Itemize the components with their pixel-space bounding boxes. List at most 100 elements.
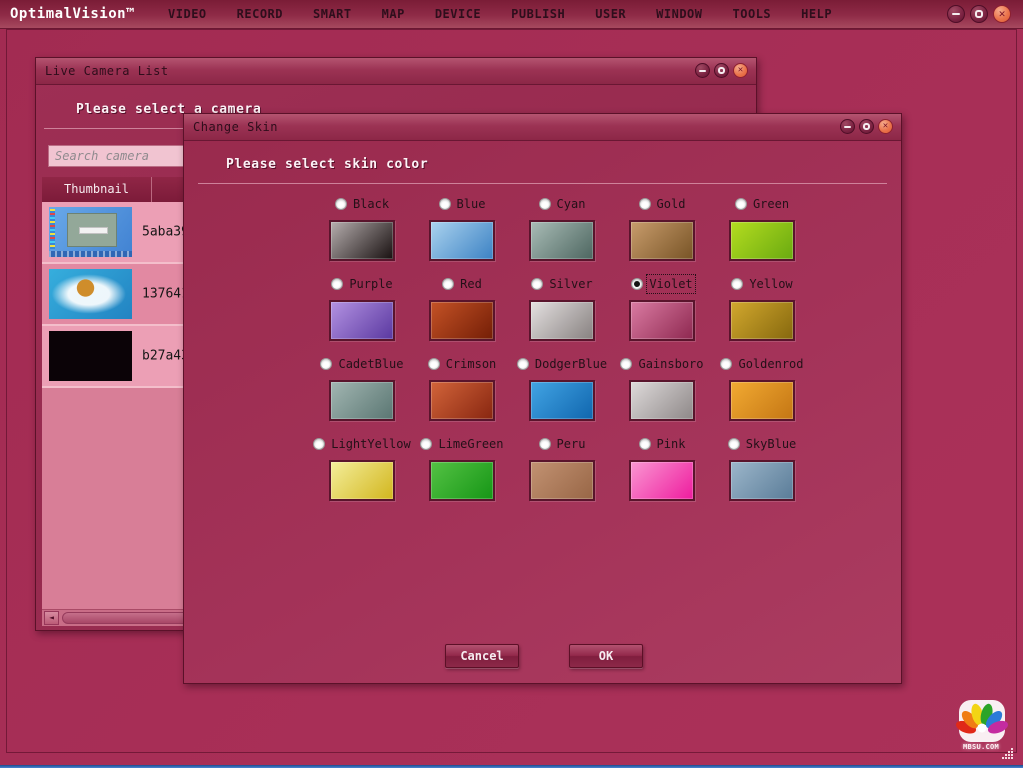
- skin-swatch-red[interactable]: [429, 300, 495, 341]
- radio-peru[interactable]: [539, 438, 551, 450]
- column-header-thumbnail[interactable]: Thumbnail: [42, 177, 152, 202]
- skin-swatch-gold[interactable]: [629, 220, 695, 261]
- skin-swatch-limegreen[interactable]: [429, 460, 495, 501]
- skin-option-peru[interactable]: Peru: [512, 436, 612, 506]
- ok-button[interactable]: OK: [569, 644, 643, 668]
- skin-swatch-cyan[interactable]: [529, 220, 595, 261]
- radio-lightyellow[interactable]: [313, 438, 325, 450]
- radio-skyblue[interactable]: [728, 438, 740, 450]
- radio-cyan[interactable]: [539, 198, 551, 210]
- menu-item-device[interactable]: DEVICE: [420, 0, 496, 28]
- skin-swatch-yellow[interactable]: [729, 300, 795, 341]
- skin-swatch-violet[interactable]: [629, 300, 695, 341]
- skin-option-gainsboro[interactable]: Gainsboro: [612, 356, 712, 426]
- skin-swatch-purple[interactable]: [329, 300, 395, 341]
- maximize-icon[interactable]: [970, 5, 988, 23]
- camera-thumbnail-desktop[interactable]: [49, 207, 132, 257]
- skin-option-dodgerblue[interactable]: DodgerBlue: [512, 356, 612, 426]
- skin-option-goldenrod[interactable]: Goldenrod: [712, 356, 812, 426]
- radio-violet[interactable]: [631, 278, 643, 290]
- heading-divider: [198, 183, 887, 184]
- skin-option-gold[interactable]: Gold: [612, 196, 712, 266]
- scroll-left-icon[interactable]: ◄: [44, 611, 59, 625]
- skin-swatch-peru[interactable]: [529, 460, 595, 501]
- menu-item-publish[interactable]: PUBLISH: [496, 0, 580, 28]
- skin-option-label: LightYellow: [331, 437, 410, 451]
- maximize-icon[interactable]: [859, 119, 874, 134]
- radio-gainsboro[interactable]: [620, 358, 632, 370]
- skin-option-black[interactable]: Black: [312, 196, 412, 266]
- skin-option-limegreen[interactable]: LimeGreen: [412, 436, 512, 506]
- radio-blue[interactable]: [439, 198, 451, 210]
- menu-item-tools[interactable]: TOOLS: [718, 0, 787, 28]
- close-icon[interactable]: [733, 63, 748, 78]
- skin-swatch-green[interactable]: [729, 220, 795, 261]
- skin-swatch-black[interactable]: [329, 220, 395, 261]
- camera-thumbnail-black[interactable]: [49, 331, 132, 381]
- radio-gold[interactable]: [639, 198, 651, 210]
- skin-option-skyblue[interactable]: SkyBlue: [712, 436, 812, 506]
- skin-swatch-blue[interactable]: [429, 220, 495, 261]
- skin-option-purple[interactable]: Purple: [312, 276, 412, 346]
- skin-option-crimson[interactable]: Crimson: [412, 356, 512, 426]
- change-skin-dialog: Change Skin Please select skin color Bla…: [183, 113, 902, 684]
- menu-item-window[interactable]: WINDOW: [641, 0, 717, 28]
- menu-item-video[interactable]: VIDEO: [153, 0, 222, 28]
- skin-option-label: Gold: [657, 197, 686, 211]
- skin-option-label: LimeGreen: [438, 437, 503, 451]
- menu-item-user[interactable]: USER: [580, 0, 641, 28]
- skin-option-red[interactable]: Red: [412, 276, 512, 346]
- minimize-icon[interactable]: [947, 5, 965, 23]
- skin-dialog-titlebar[interactable]: Change Skin: [184, 114, 901, 141]
- radio-silver[interactable]: [531, 278, 543, 290]
- skin-swatch-pink[interactable]: [629, 460, 695, 501]
- radio-green[interactable]: [735, 198, 747, 210]
- skin-swatch-skyblue[interactable]: [729, 460, 795, 501]
- minimize-icon[interactable]: [695, 63, 710, 78]
- skin-option-violet[interactable]: Violet: [612, 276, 712, 346]
- skin-option-label: Crimson: [446, 357, 497, 371]
- menu-item-map[interactable]: MAP: [367, 0, 420, 28]
- skin-option-radio-row: Pink: [612, 436, 712, 451]
- minimize-icon[interactable]: [840, 119, 855, 134]
- skin-option-yellow[interactable]: Yellow: [712, 276, 812, 346]
- skin-swatch-lightyellow[interactable]: [329, 460, 395, 501]
- menu-item-smart[interactable]: SMART: [298, 0, 367, 28]
- menu-item-record[interactable]: RECORD: [222, 0, 298, 28]
- skin-option-cyan[interactable]: Cyan: [512, 196, 612, 266]
- skin-option-radio-row: Peru: [512, 436, 612, 451]
- skin-option-silver[interactable]: Silver: [512, 276, 612, 346]
- close-icon[interactable]: [878, 119, 893, 134]
- skin-swatch-dodgerblue[interactable]: [529, 380, 595, 421]
- menu-items: VIDEORECORDSMARTMAPDEVICEPUBLISHUSERWIND…: [153, 0, 847, 28]
- skin-option-lightyellow[interactable]: LightYellow: [312, 436, 412, 506]
- cancel-button[interactable]: Cancel: [445, 644, 519, 668]
- menu-item-help[interactable]: HELP: [786, 0, 847, 28]
- radio-crimson[interactable]: [428, 358, 440, 370]
- skin-swatch-cadetblue[interactable]: [329, 380, 395, 421]
- skin-swatch-gainsboro[interactable]: [629, 380, 695, 421]
- skin-option-label: Goldenrod: [738, 357, 803, 371]
- radio-yellow[interactable]: [731, 278, 743, 290]
- skin-swatch-silver[interactable]: [529, 300, 595, 341]
- skin-swatch-crimson[interactable]: [429, 380, 495, 421]
- radio-dodgerblue[interactable]: [517, 358, 529, 370]
- camera-window-titlebar[interactable]: Live Camera List: [36, 58, 756, 85]
- skin-option-label: SkyBlue: [746, 437, 797, 451]
- skin-swatch-goldenrod[interactable]: [729, 380, 795, 421]
- radio-black[interactable]: [335, 198, 347, 210]
- close-icon[interactable]: [993, 5, 1011, 23]
- radio-cadetblue[interactable]: [320, 358, 332, 370]
- skin-dialog-controls: [840, 119, 893, 134]
- skin-option-pink[interactable]: Pink: [612, 436, 712, 506]
- skin-option-cadetblue[interactable]: CadetBlue: [312, 356, 412, 426]
- radio-purple[interactable]: [331, 278, 343, 290]
- radio-goldenrod[interactable]: [720, 358, 732, 370]
- skin-option-blue[interactable]: Blue: [412, 196, 512, 266]
- radio-red[interactable]: [442, 278, 454, 290]
- maximize-icon[interactable]: [714, 63, 729, 78]
- radio-limegreen[interactable]: [420, 438, 432, 450]
- skin-option-green[interactable]: Green: [712, 196, 812, 266]
- camera-thumbnail-flower[interactable]: [49, 269, 132, 319]
- radio-pink[interactable]: [639, 438, 651, 450]
